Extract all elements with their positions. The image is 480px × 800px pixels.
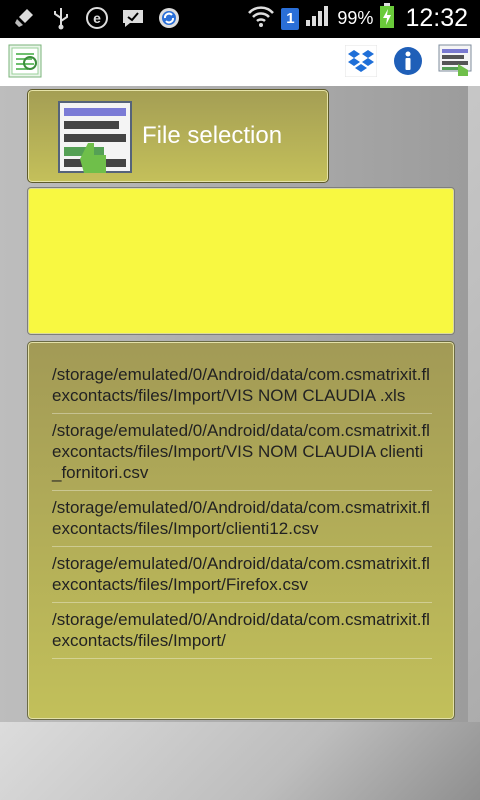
e-icon: e [84, 5, 110, 31]
info-display-area [27, 187, 455, 335]
info-button[interactable] [391, 44, 425, 78]
svg-text:e: e [93, 10, 101, 26]
signal-icon [305, 4, 331, 33]
info-icon [394, 47, 422, 75]
file-list-viewport: /storage/emulated/0/Android/data/com.csm… [28, 358, 454, 706]
chat-icon [120, 5, 146, 31]
battery-percent: 99% [337, 8, 374, 28]
status-bar: e 1 99% 12:32 [0, 0, 480, 38]
file-list-item[interactable]: /storage/emulated/0/Android/data/com.csm… [52, 547, 432, 603]
file-select-icon [58, 101, 132, 173]
file-list-item[interactable]: /storage/emulated/0/Android/data/com.csm… [52, 603, 432, 659]
battery-charging-icon [379, 3, 395, 34]
file-list-item[interactable]: /storage/emulated/0/Android/data/com.csm… [52, 491, 432, 547]
file-selection-button[interactable]: File selection [27, 89, 329, 183]
dropbox-icon [345, 45, 377, 77]
dropbox-button[interactable] [344, 44, 378, 78]
file-list-item[interactable]: /storage/emulated/0/Android/data/com.csm… [52, 414, 432, 491]
system-indicators: 1 99% 12:32 [247, 3, 468, 34]
sim-badge: 1 [281, 7, 300, 30]
wifi-icon [247, 4, 275, 33]
file-list-item[interactable]: /storage/emulated/0/Android/data/com.csm… [52, 358, 432, 414]
notification-icons: e [12, 5, 182, 31]
clock: 12:32 [405, 4, 468, 32]
file-select-icon [438, 44, 472, 76]
file-list[interactable]: /storage/emulated/0/Android/data/com.csm… [27, 341, 455, 720]
usb-icon [48, 5, 74, 31]
sync-icon [156, 5, 182, 31]
file-selection-label: File selection [142, 122, 283, 149]
main-content: File selection /storage/emulated/0/Andro… [0, 86, 480, 800]
file-select-action-button[interactable] [438, 44, 472, 78]
contacts-app-icon[interactable] [8, 44, 42, 78]
action-bar [0, 38, 480, 87]
broom-icon [12, 5, 38, 31]
bottom-background [0, 722, 480, 800]
